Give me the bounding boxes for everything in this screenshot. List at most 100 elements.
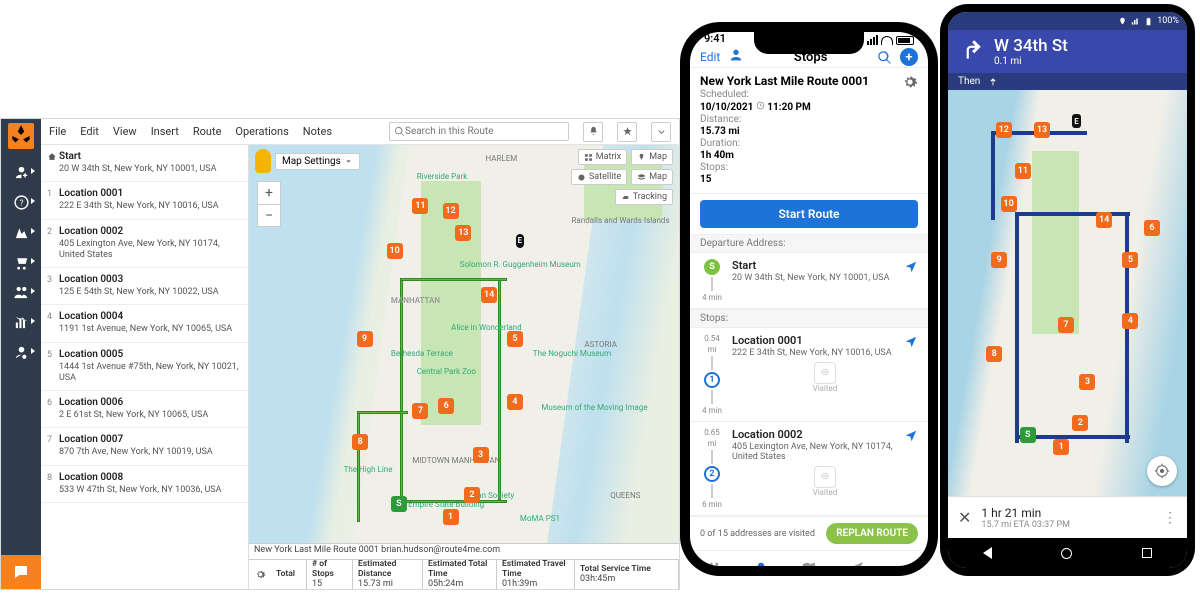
- map-pin[interactable]: 6: [438, 398, 454, 414]
- sidebar-analytics-icon[interactable]: [5, 307, 37, 337]
- map-pin[interactable]: 4: [1122, 313, 1138, 329]
- map-pin[interactable]: 10: [387, 243, 403, 259]
- map-layer-button[interactable]: Map: [631, 169, 673, 185]
- star-icon[interactable]: [617, 122, 637, 142]
- list-item[interactable]: 0.65mi26 min Location 0002405 Lexington …: [690, 422, 928, 516]
- tab-navigation[interactable]: Navigation: [833, 551, 881, 566]
- map-pin[interactable]: 13: [455, 225, 471, 241]
- map-pin-start[interactable]: S: [391, 496, 407, 512]
- sidebar-routes-icon[interactable]: [5, 217, 37, 247]
- map[interactable]: HARLEM MANHATTAN MIDTOWN MANHATTAN ASTOR…: [249, 145, 679, 589]
- list-item: 2Location 0002405 Lexington Ave, New Yor…: [41, 220, 248, 269]
- map-settings-button[interactable]: Map Settings: [275, 153, 360, 170]
- map-pin[interactable]: 12: [443, 203, 459, 219]
- close-button[interactable]: ✕: [958, 508, 971, 527]
- map[interactable]: S 1 2 3 4 5 6 7 8 9 10 11 12 13 14 E: [948, 90, 1187, 496]
- map-pin[interactable]: 3: [1079, 374, 1095, 390]
- map-view-button[interactable]: Map: [631, 149, 673, 165]
- menu-file[interactable]: File: [49, 125, 66, 138]
- sidebar-user-settings-icon[interactable]: [5, 337, 37, 367]
- map-pin[interactable]: 14: [1096, 212, 1112, 228]
- list-item[interactable]: S4 min Start20 W 34th St, New York, NY 1…: [690, 253, 928, 309]
- sidebar-team-icon[interactable]: [5, 277, 37, 307]
- map-pin[interactable]: 7: [412, 403, 428, 419]
- menu-route[interactable]: Route: [193, 125, 222, 138]
- map-pin[interactable]: 5: [1122, 252, 1138, 268]
- sidebar: ?: [1, 119, 41, 589]
- menu-notes[interactable]: Notes: [303, 125, 332, 138]
- street-view-icon[interactable]: [255, 149, 271, 173]
- my-location-button[interactable]: [1147, 456, 1177, 486]
- map-pin-end[interactable]: E: [1072, 114, 1081, 128]
- navigate-icon[interactable]: [904, 259, 918, 278]
- search-field[interactable]: [405, 126, 555, 137]
- map-pin[interactable]: 9: [991, 252, 1007, 268]
- map-pin[interactable]: 12: [996, 122, 1012, 138]
- map-pin[interactable]: 8: [352, 434, 368, 450]
- route-info-bar: New York Last Mile Route 0001 brian.huds…: [249, 543, 679, 559]
- route-name: New York Last Mile Route 0001: [700, 74, 918, 88]
- map-pin[interactable]: 9: [357, 331, 373, 347]
- sidebar-add-user-icon[interactable]: [5, 157, 37, 187]
- satellite-button[interactable]: Satellite: [571, 169, 627, 185]
- menu-edit[interactable]: Edit: [80, 125, 99, 138]
- map-pin[interactable]: 2: [464, 487, 480, 503]
- map-pin-end[interactable]: E: [516, 234, 525, 248]
- list-item[interactable]: 0.54mi14 min Location 0001222 E 34th St,…: [690, 328, 928, 422]
- zoom-out-button[interactable]: −: [258, 204, 280, 226]
- map-pin[interactable]: 5: [507, 331, 523, 347]
- driver-icon[interactable]: [728, 47, 744, 67]
- route-info: New York Last Mile Route 0001 Scheduled:…: [690, 68, 928, 194]
- edit-button[interactable]: Edit: [700, 50, 720, 64]
- status-bar: 100%: [948, 12, 1187, 30]
- route-settings-icon[interactable]: [902, 74, 918, 94]
- fingerprint-icon[interactable]: [814, 466, 836, 488]
- navigate-icon[interactable]: [904, 334, 918, 353]
- menu-operations[interactable]: Operations: [235, 125, 288, 138]
- expand-icon[interactable]: [651, 122, 671, 142]
- sidebar-chat-icon[interactable]: [1, 555, 41, 589]
- tracking-button[interactable]: Tracking: [615, 189, 673, 205]
- list-item: 3Location 0003125 E 54th St, New York, N…: [41, 268, 248, 305]
- map-pin[interactable]: 10: [1001, 196, 1017, 212]
- tab-map[interactable]: Map: [785, 551, 833, 566]
- menu-view[interactable]: View: [113, 125, 137, 138]
- back-button[interactable]: [983, 547, 992, 559]
- tab-stops[interactable]: Stops: [738, 551, 786, 566]
- map-pin[interactable]: 11: [1015, 163, 1031, 179]
- map-pin[interactable]: 3: [473, 447, 489, 463]
- menu-insert[interactable]: Insert: [151, 125, 179, 138]
- search-icon[interactable]: [877, 50, 892, 65]
- home-button[interactable]: [1061, 548, 1072, 559]
- map-pin[interactable]: 13: [1034, 122, 1050, 138]
- sidebar-cart-icon[interactable]: [5, 247, 37, 277]
- navigate-icon[interactable]: [904, 428, 918, 447]
- replan-route-button[interactable]: REPLAN ROUTE: [826, 523, 918, 544]
- map-pin[interactable]: 4: [507, 394, 523, 410]
- map-pin[interactable]: 14: [481, 287, 497, 303]
- sidebar-help-icon[interactable]: ?: [5, 187, 37, 217]
- add-button[interactable]: +: [900, 48, 918, 66]
- recent-button[interactable]: [1142, 548, 1152, 558]
- map-pin-start[interactable]: S: [1020, 427, 1036, 443]
- map-pin[interactable]: 2: [1072, 415, 1088, 431]
- map-pin[interactable]: 8: [986, 346, 1002, 362]
- matrix-button[interactable]: Matrix: [578, 149, 627, 165]
- more-button[interactable]: ⋮: [1163, 510, 1177, 526]
- tab-more[interactable]: More: [880, 551, 928, 566]
- fingerprint-icon[interactable]: [814, 362, 836, 384]
- zoom-in-button[interactable]: +: [258, 182, 280, 204]
- map-pin[interactable]: 7: [1058, 317, 1074, 333]
- notifications-icon[interactable]: [583, 122, 603, 142]
- map-pin[interactable]: 1: [1053, 439, 1069, 455]
- tab-routes[interactable]: Routes: [690, 551, 738, 566]
- start-route-button[interactable]: Start Route: [700, 200, 918, 228]
- search-input[interactable]: [389, 122, 569, 141]
- summary-settings-icon[interactable]: [249, 560, 271, 589]
- stop-list[interactable]: Start20 W 34th St, New York, NY 10001, U…: [41, 145, 249, 589]
- map-pin[interactable]: 11: [412, 198, 428, 214]
- wifi-icon: [881, 36, 893, 45]
- eta-time: 1 hr 21 min: [981, 506, 1070, 520]
- map-pin[interactable]: 1: [443, 509, 459, 525]
- map-pin[interactable]: 6: [1144, 220, 1160, 236]
